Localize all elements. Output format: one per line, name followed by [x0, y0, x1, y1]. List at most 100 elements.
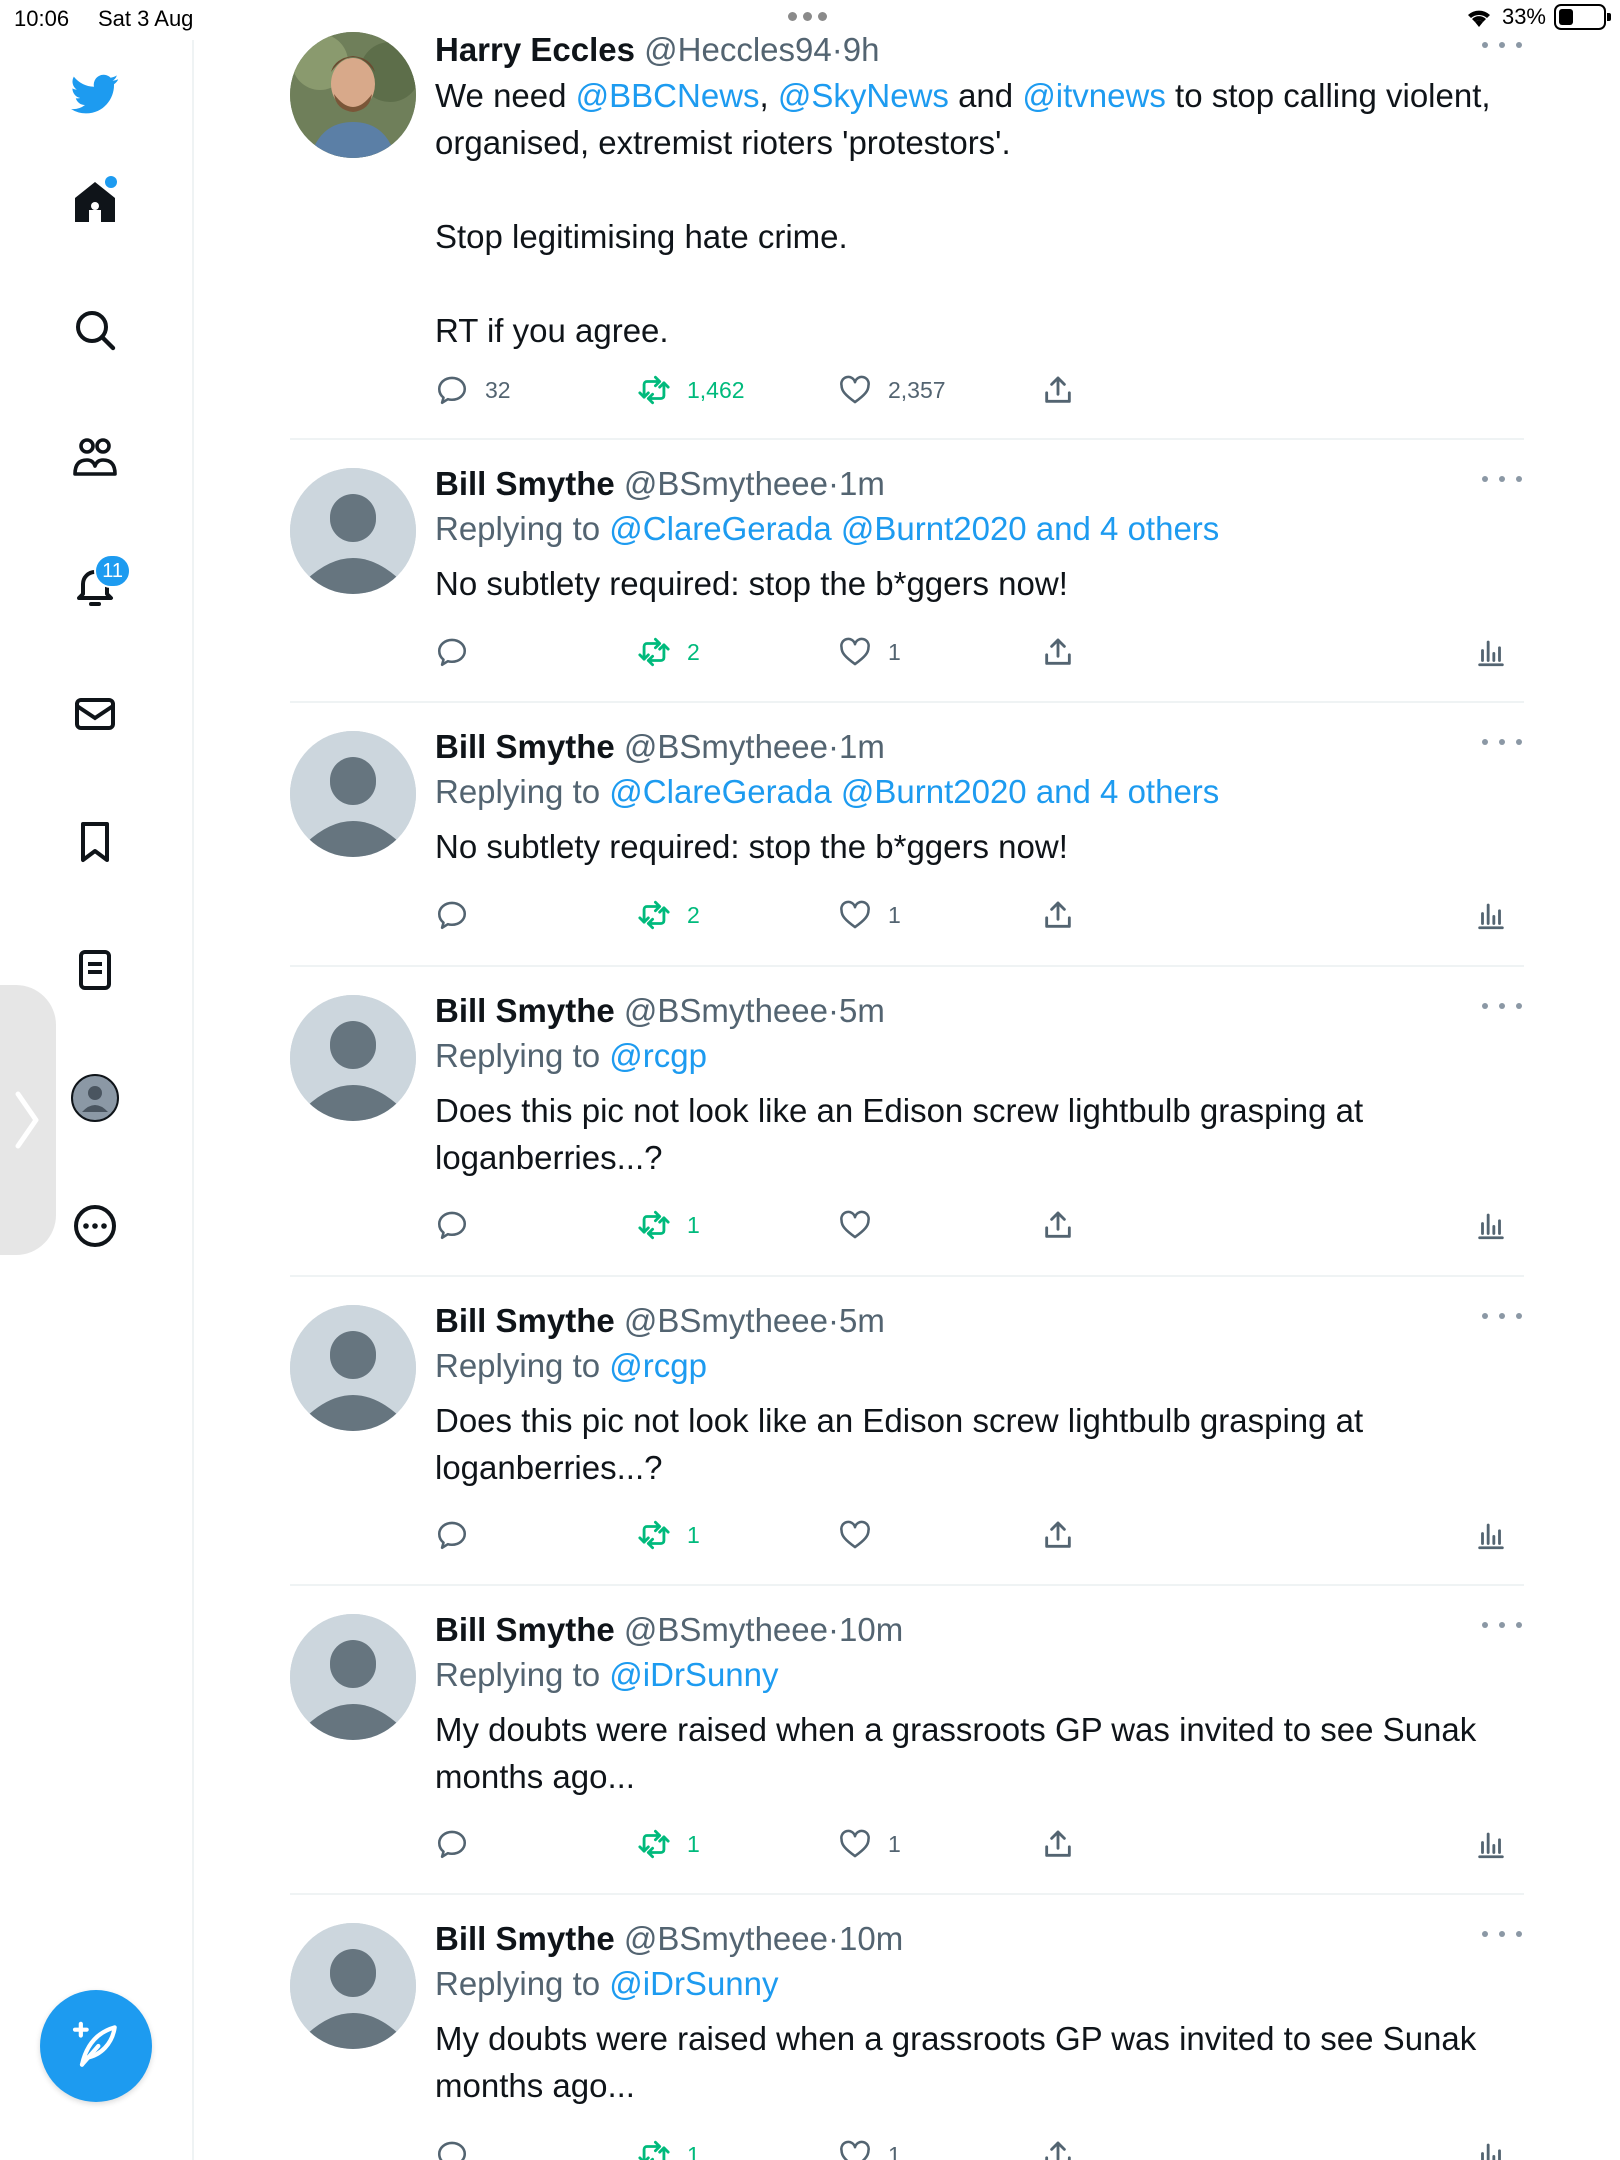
share-button[interactable] — [1041, 2135, 1075, 2160]
tweet-time[interactable]: 1m — [839, 465, 885, 502]
share-button[interactable] — [1041, 895, 1075, 935]
tweet-time[interactable]: 5m — [839, 1302, 885, 1339]
tweet[interactable]: Bill Smythe @BSmytheee·5m Replying to @r… — [290, 1277, 1524, 1586]
avatar[interactable] — [290, 468, 416, 594]
like-button[interactable]: 2,357 — [838, 370, 946, 410]
like-button[interactable] — [838, 1205, 888, 1245]
author-name[interactable]: Bill Smythe — [435, 728, 615, 765]
author-name[interactable]: Bill Smythe — [435, 1611, 615, 1648]
reply-button[interactable] — [435, 2135, 485, 2160]
share-button[interactable] — [1041, 1205, 1075, 1245]
share-button[interactable] — [1041, 1515, 1075, 1555]
replying-to-link[interactable]: @iDrSunny — [609, 1656, 778, 1693]
like-button[interactable]: 1 — [838, 2135, 901, 2160]
home-icon[interactable] — [67, 174, 123, 230]
bell-icon[interactable]: 11 — [67, 554, 131, 614]
analytics-button[interactable] — [1474, 895, 1508, 935]
author-name[interactable]: Bill Smythe — [435, 465, 615, 502]
author-handle[interactable]: @BSmytheee — [624, 1920, 828, 1957]
reply-button[interactable]: 32 — [435, 370, 511, 410]
twitter-logo-icon[interactable] — [67, 66, 123, 122]
more-circle-icon[interactable] — [67, 1198, 123, 1254]
reply-button[interactable] — [435, 1205, 485, 1245]
retweet-button[interactable]: 1 — [637, 1515, 700, 1555]
replying-to-link[interactable]: @iDrSunny — [609, 1965, 778, 2002]
more-options-icon[interactable] — [1482, 1301, 1522, 1331]
share-icon — [1045, 376, 1071, 403]
envelope-icon[interactable] — [67, 686, 123, 742]
more-options-icon[interactable] — [1482, 464, 1522, 494]
tweet[interactable]: Bill Smythe @BSmytheee·10m Replying to @… — [290, 1895, 1524, 2160]
retweet-button[interactable]: 1 — [637, 1205, 700, 1245]
profile-avatar[interactable] — [67, 1070, 123, 1126]
like-button[interactable]: 1 — [838, 895, 901, 935]
replying-to-link[interactable]: @rcgp — [609, 1347, 707, 1384]
more-options-icon[interactable] — [1482, 1919, 1522, 1949]
avatar[interactable] — [290, 731, 416, 857]
author-name[interactable]: Bill Smythe — [435, 1920, 615, 1957]
author-handle[interactable]: @BSmytheee — [624, 1302, 828, 1339]
mention-link[interactable]: @itvnews — [1022, 77, 1166, 114]
like-button[interactable] — [838, 1515, 888, 1555]
like-button[interactable]: 1 — [838, 1824, 901, 1864]
author-name[interactable]: Bill Smythe — [435, 1302, 615, 1339]
tweet-time[interactable]: 10m — [839, 1920, 903, 1957]
analytics-button[interactable] — [1474, 632, 1508, 672]
replying-to-link[interactable]: @ClareGerada @Burnt2020 and 4 others — [609, 510, 1219, 547]
share-button[interactable] — [1041, 632, 1075, 672]
communities-icon[interactable] — [67, 430, 123, 486]
tweet[interactable]: Harry Eccles @Heccles94·9h We need @BBCN… — [290, 0, 1524, 440]
lists-icon[interactable] — [67, 942, 123, 998]
author-handle[interactable]: @BSmytheee — [624, 728, 828, 765]
tweet-time[interactable]: 5m — [839, 992, 885, 1029]
author-handle[interactable]: @BSmytheee — [624, 992, 828, 1029]
replying-to-link[interactable]: @ClareGerada @Burnt2020 and 4 others — [609, 773, 1219, 810]
mention-link[interactable]: @SkyNews — [778, 77, 949, 114]
author-handle[interactable]: @BSmytheee — [624, 1611, 828, 1648]
reply-button[interactable] — [435, 895, 485, 935]
avatar[interactable] — [290, 1923, 416, 2049]
mention-link[interactable]: @BBCNews — [576, 77, 760, 114]
like-button[interactable]: 1 — [838, 632, 901, 672]
author-name[interactable]: Bill Smythe — [435, 992, 615, 1029]
more-options-icon[interactable] — [1482, 30, 1522, 60]
tweet[interactable]: Bill Smythe @BSmytheee·10m Replying to @… — [290, 1586, 1524, 1895]
reply-button[interactable] — [435, 632, 485, 672]
avatar[interactable] — [290, 995, 416, 1121]
replying-to: Replying to @iDrSunny — [435, 1656, 779, 1693]
tweet-time[interactable]: 9h — [843, 31, 880, 68]
retweet-button[interactable]: 1 — [637, 1824, 700, 1864]
avatar[interactable] — [290, 32, 416, 158]
tweet[interactable]: Bill Smythe @BSmytheee·1m Replying to @C… — [290, 703, 1524, 967]
retweet-button[interactable]: 2 — [637, 632, 700, 672]
share-button[interactable] — [1041, 1824, 1075, 1864]
more-options-icon[interactable] — [1482, 991, 1522, 1021]
retweet-button[interactable]: 2 — [637, 895, 700, 935]
author-name[interactable]: Harry Eccles — [435, 31, 635, 68]
tweet-time[interactable]: 1m — [839, 728, 885, 765]
compose-tweet-button[interactable] — [40, 1990, 152, 2102]
sidebar-drawer-handle[interactable] — [0, 985, 56, 1255]
analytics-button[interactable] — [1474, 1824, 1508, 1864]
avatar[interactable] — [290, 1305, 416, 1431]
author-handle[interactable]: @Heccles94 — [644, 31, 832, 68]
replying-to-link[interactable]: @rcgp — [609, 1037, 707, 1074]
share-icon — [1045, 1830, 1071, 1857]
reply-button[interactable] — [435, 1515, 485, 1555]
tweet[interactable]: Bill Smythe @BSmytheee·1m Replying to @C… — [290, 440, 1524, 703]
author-handle[interactable]: @BSmytheee — [624, 465, 828, 502]
bookmark-icon[interactable] — [67, 814, 123, 870]
analytics-button[interactable] — [1474, 2135, 1508, 2160]
analytics-button[interactable] — [1474, 1205, 1508, 1245]
more-options-icon[interactable] — [1482, 1610, 1522, 1640]
share-button[interactable] — [1041, 370, 1075, 410]
analytics-button[interactable] — [1474, 1515, 1508, 1555]
retweet-button[interactable]: 1,462 — [637, 370, 745, 410]
more-options-icon[interactable] — [1482, 727, 1522, 757]
avatar[interactable] — [290, 1614, 416, 1740]
search-icon[interactable] — [67, 302, 123, 358]
retweet-button[interactable]: 1 — [637, 2135, 700, 2160]
tweet-time[interactable]: 10m — [839, 1611, 903, 1648]
reply-button[interactable] — [435, 1824, 485, 1864]
tweet[interactable]: Bill Smythe @BSmytheee·5m Replying to @r… — [290, 967, 1524, 1277]
